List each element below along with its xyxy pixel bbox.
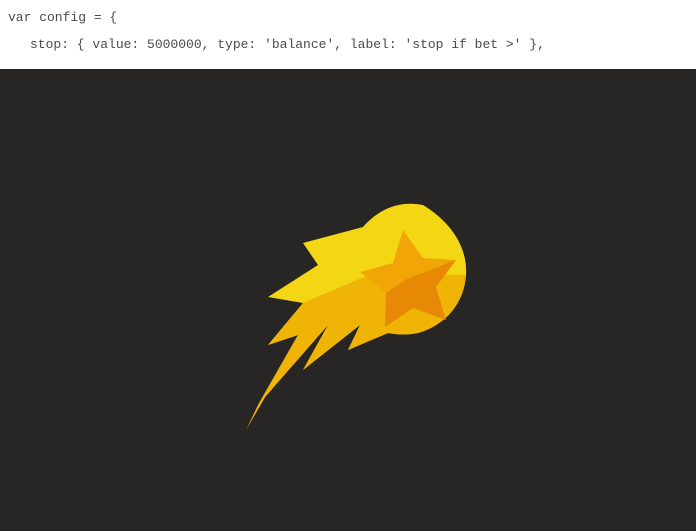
preview-panel (0, 69, 696, 531)
comet-star-icon (208, 145, 488, 455)
code-line: var config = { (8, 6, 688, 29)
code-editor[interactable]: var config = { stop: { value: 5000000, t… (0, 0, 696, 69)
code-line: stop: { value: 5000000, type: 'balance',… (30, 33, 688, 56)
